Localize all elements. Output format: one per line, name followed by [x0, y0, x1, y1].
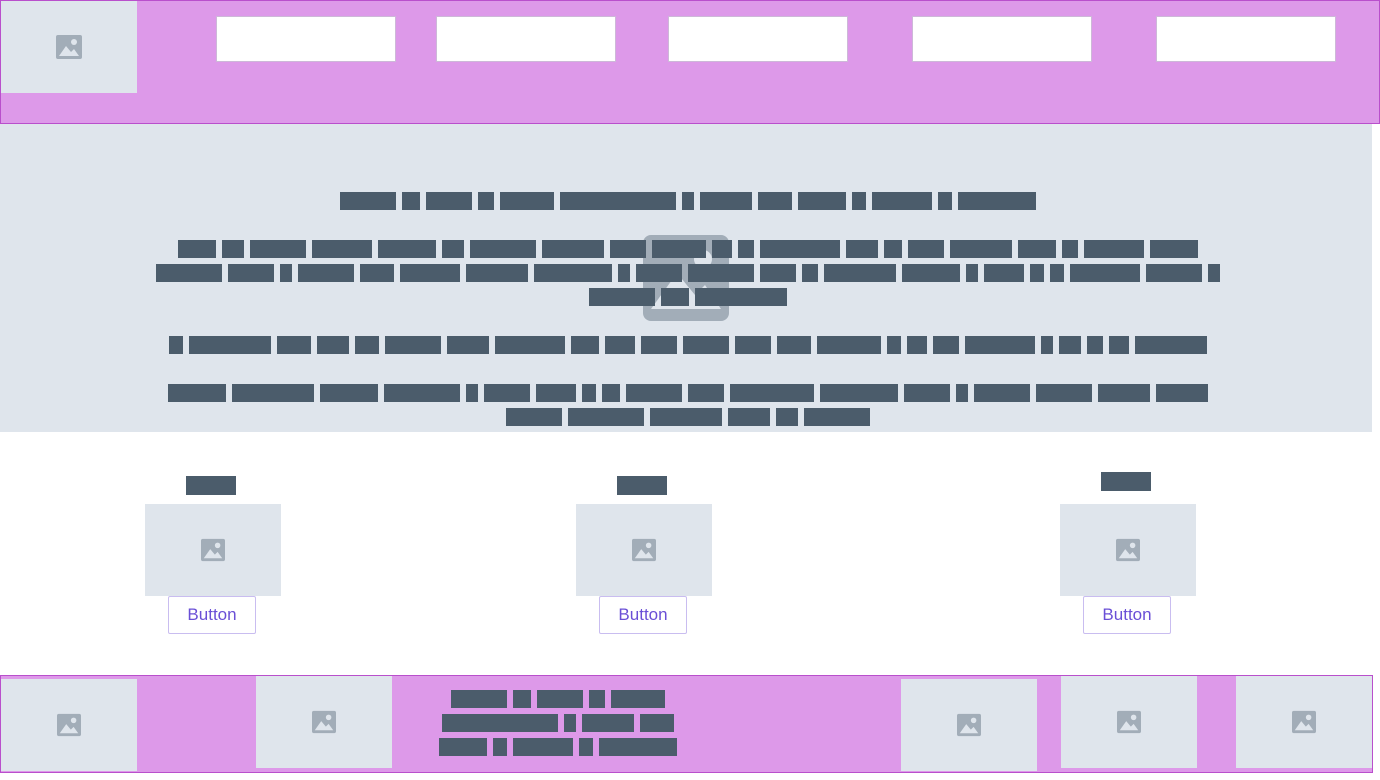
page: Button Button Button: [0, 0, 1380, 780]
image-icon: [201, 538, 225, 562]
hero-paragraph-line: [506, 408, 870, 426]
hero-paragraph-line: [168, 384, 1208, 402]
footer-image-4: [1061, 676, 1197, 768]
header: [0, 0, 1380, 124]
card-title: [1101, 472, 1151, 491]
image-icon: [56, 35, 82, 59]
footer-text-line: [438, 714, 678, 732]
hero-paragraph-line: [169, 336, 1207, 354]
nav-item-1[interactable]: [216, 16, 396, 62]
footer-text-line: [438, 738, 678, 756]
image-icon: [632, 538, 656, 562]
nav-item-4[interactable]: [912, 16, 1092, 62]
image-icon: [1117, 710, 1141, 734]
card-title: [617, 476, 667, 495]
nav-item-5[interactable]: [1156, 16, 1336, 62]
nav-item-2[interactable]: [436, 16, 616, 62]
card-1-button[interactable]: Button: [168, 596, 256, 634]
image-icon: [1292, 710, 1316, 734]
card-title: [186, 476, 236, 495]
hero-section: [0, 124, 1372, 432]
image-icon: [1116, 538, 1140, 562]
hero-paragraph-line: [155, 240, 1221, 258]
logo-image[interactable]: [1, 1, 137, 93]
card-3-button[interactable]: Button: [1083, 596, 1171, 634]
image-icon: [312, 710, 336, 734]
image-icon: [957, 713, 981, 737]
hero-heading: [338, 192, 1038, 210]
footer-image-3: [901, 679, 1037, 771]
image-icon: [57, 713, 81, 737]
card-image: [576, 504, 712, 596]
footer: [0, 675, 1373, 773]
footer-image-2: [256, 676, 392, 768]
nav-item-3[interactable]: [668, 16, 848, 62]
footer-text: [438, 690, 678, 762]
footer-image-5: [1236, 676, 1372, 768]
footer-image-1: [1, 679, 137, 771]
hero-paragraph-line: [589, 288, 787, 306]
card-image: [1060, 504, 1196, 596]
card-image: [145, 504, 281, 596]
card-2-button[interactable]: Button: [599, 596, 687, 634]
footer-text-line: [438, 690, 678, 708]
hero-paragraph-line: [155, 264, 1221, 282]
